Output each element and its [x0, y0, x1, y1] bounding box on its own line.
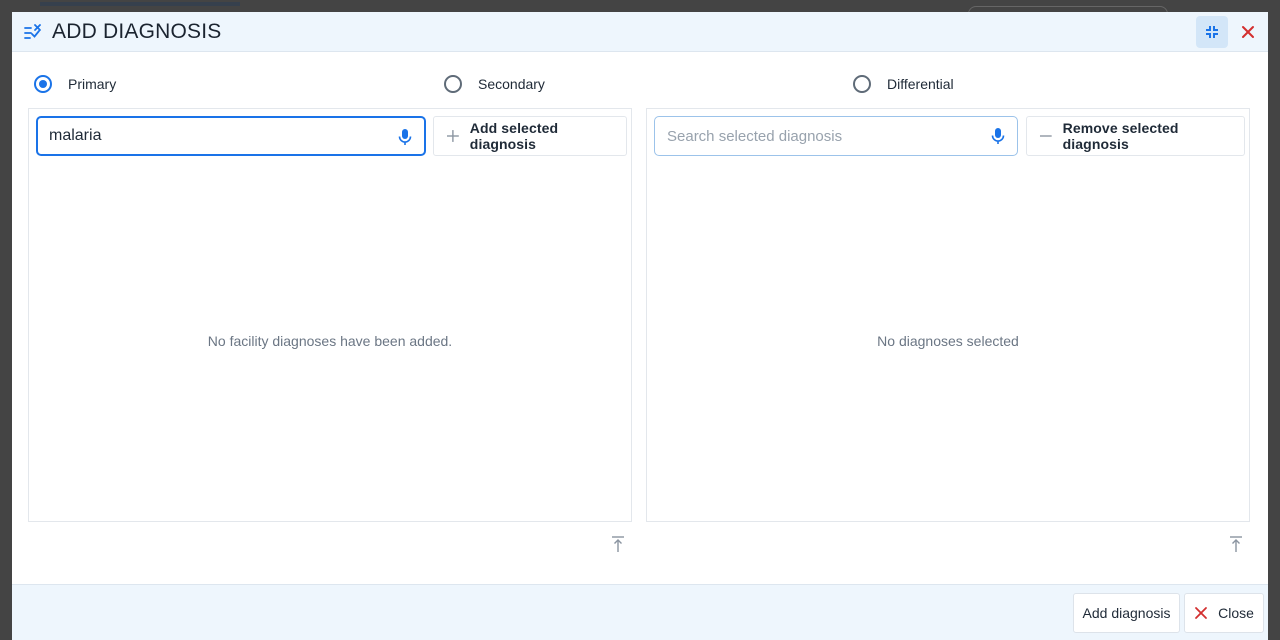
facility-diagnoses-panel: Add selected diagnosis No facility diagn…	[28, 108, 632, 522]
close-icon	[1195, 607, 1207, 619]
radio-secondary-indicator[interactable]	[444, 75, 462, 93]
diagnosis-search-input[interactable]	[38, 118, 424, 154]
microphone-icon[interactable]	[397, 128, 413, 146]
selected-diagnosis-search-input[interactable]	[655, 117, 1017, 155]
close-button-label: Close	[1218, 605, 1254, 621]
scroll-to-top-icon[interactable]	[1228, 535, 1244, 553]
dialog-header: ADD DIAGNOSIS	[12, 12, 1268, 52]
radio-secondary[interactable]: Secondary	[444, 74, 545, 94]
radio-differential-indicator[interactable]	[853, 75, 871, 93]
empty-selected-diagnoses-message: No diagnoses selected	[877, 333, 1019, 349]
microphone-icon[interactable]	[990, 127, 1006, 145]
radio-differential[interactable]: Differential	[853, 74, 954, 94]
radio-primary[interactable]: Primary	[34, 74, 116, 94]
diagnosis-search-box	[36, 116, 426, 156]
empty-facility-diagnoses-message: No facility diagnoses have been added.	[207, 333, 453, 349]
add-selected-diagnosis-button[interactable]: Add selected diagnosis	[433, 116, 627, 156]
selected-diagnoses-panel: Remove selected diagnosis No diagnoses s…	[646, 108, 1250, 522]
selected-diagnosis-search-box	[654, 116, 1018, 156]
dialog-title: ADD DIAGNOSIS	[52, 20, 222, 43]
scroll-to-top-icon[interactable]	[610, 535, 626, 553]
dialog-footer: Add diagnosis Close	[12, 584, 1268, 640]
add-selected-diagnosis-label: Add selected diagnosis	[469, 120, 559, 152]
radio-secondary-label: Secondary	[478, 76, 545, 92]
add-diagnosis-button[interactable]: Add diagnosis	[1073, 593, 1180, 633]
radio-primary-label: Primary	[68, 76, 117, 92]
remove-selected-diagnosis-button[interactable]: Remove selected diagnosis	[1026, 116, 1245, 156]
remove-selected-diagnosis-label: Remove selected diagnosis	[1062, 120, 1179, 152]
radio-primary-indicator[interactable]	[34, 75, 52, 93]
close-dialog-button[interactable]	[1232, 16, 1264, 48]
diagnosis-type-radio-group: Primary Secondary Differential	[12, 74, 1268, 94]
fullscreen-exit-icon	[1206, 26, 1218, 38]
plus-icon	[446, 130, 459, 142]
playlist-remove-icon	[24, 24, 41, 39]
close-button[interactable]: Close	[1184, 593, 1264, 633]
radio-differential-label: Differential	[887, 76, 954, 92]
minus-icon	[1039, 135, 1052, 137]
close-icon	[1242, 26, 1254, 38]
collapse-dialog-button[interactable]	[1196, 16, 1228, 48]
add-diagnosis-dialog: ADD DIAGNOSIS Primary Secondary Differen…	[12, 12, 1268, 640]
